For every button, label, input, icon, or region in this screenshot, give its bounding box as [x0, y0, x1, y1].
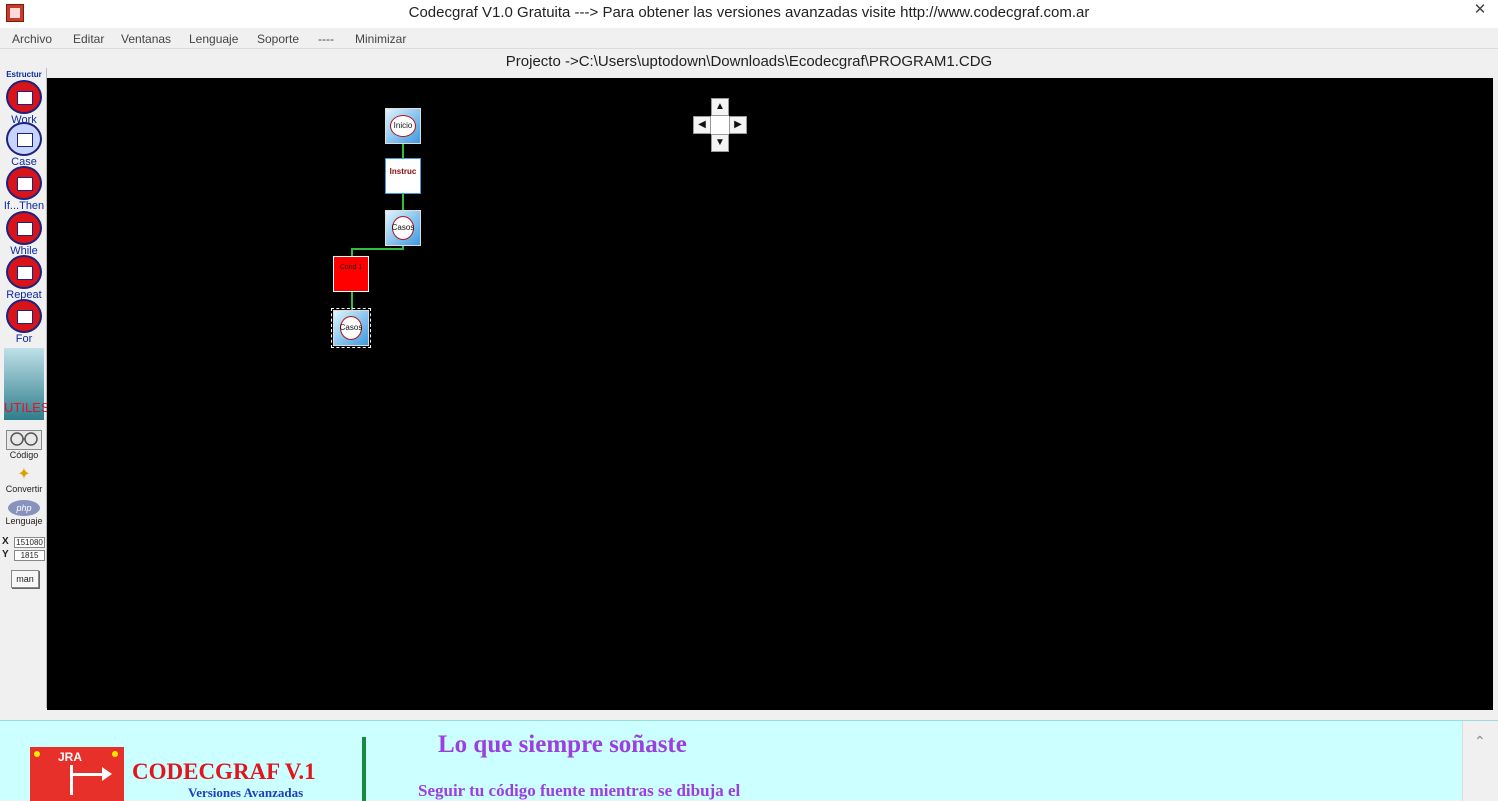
tool-for[interactable]: For: [3, 299, 45, 345]
codigo-label: Código: [9, 450, 39, 460]
coord-x-value: 151080: [14, 537, 45, 548]
connector-cond-casos: [351, 292, 353, 310]
utiles-panel[interactable]: UTILES: [4, 348, 50, 420]
nav-center: [711, 116, 729, 134]
menu-ventanas[interactable]: Ventanas: [121, 32, 171, 46]
node-instruc[interactable]: Instruc: [385, 158, 421, 194]
window-title: Codecgraf V1.0 Gratuita ---> Para obtene…: [408, 4, 1090, 21]
nav-up-button[interactable]: ▲: [711, 98, 729, 116]
for-structure-icon: [6, 299, 42, 333]
scroll-nav-pad: ▲ ◀ ▶ ▼: [693, 98, 747, 152]
arrow-right-icon: [72, 767, 112, 781]
node-cond-1-label: Cond 1: [339, 264, 363, 271]
node-instruc-label: Instruc: [389, 167, 417, 176]
connector-instruc-casos: [402, 194, 404, 210]
tool-sidebar: Estructur Work Case If...Then While Repe…: [0, 68, 50, 708]
banner-scrollbar[interactable]: ⌃: [1462, 721, 1498, 801]
node-casos-1[interactable]: Casos: [385, 210, 421, 246]
project-path: Projecto ->C:\Users\uptodown\Downloads\E…: [505, 53, 993, 70]
menu-minimizar[interactable]: Minimizar: [355, 32, 406, 46]
repeat-structure-icon: [6, 255, 42, 289]
brand-title: CODECGRAF V.1: [132, 759, 316, 784]
menu-bar: Archivo Editar Ventanas Lenguaje Soporte…: [0, 28, 1498, 48]
close-button[interactable]: ✕: [1462, 0, 1498, 22]
coord-x-row: X 151080: [2, 536, 45, 548]
tool-repeat[interactable]: Repeat: [3, 255, 45, 301]
nav-left-button[interactable]: ◀: [693, 116, 711, 134]
lenguaje-label: Lenguaje: [5, 516, 43, 526]
man-button[interactable]: man: [11, 570, 39, 588]
lenguaje-button[interactable]: php Lenguaje: [4, 500, 44, 526]
menu-archivo[interactable]: Archivo: [12, 32, 52, 46]
tool-while[interactable]: While: [3, 211, 45, 257]
codigo-button[interactable]: Código: [4, 430, 44, 460]
title-bar: Codecgraf V1.0 Gratuita ---> Para obtene…: [0, 0, 1498, 28]
logo-dot: [112, 751, 118, 757]
jra-logo: JRA: [30, 747, 124, 801]
menu-separator: ----: [318, 32, 334, 46]
case-structure-icon: [6, 122, 42, 156]
banner-slogan-sub: Seguir tu código fuente mientras se dibu…: [418, 781, 741, 800]
banner-divider: [362, 737, 366, 801]
nav-down-button[interactable]: ▼: [711, 134, 729, 152]
brand-subtitle: Versiones Avanzadas: [188, 785, 304, 800]
tool-for-label: For: [15, 333, 33, 345]
nav-right-button[interactable]: ▶: [729, 116, 747, 134]
node-casos-1-label: Casos: [391, 223, 415, 232]
convertir-button[interactable]: ✦ Convertir: [4, 466, 44, 494]
glasses-icon: [6, 430, 42, 450]
if-then-structure-icon: [6, 166, 42, 200]
promo-banner[interactable]: JRA CODECGRAF V.1 Versiones Avanzadas Lo…: [0, 720, 1498, 801]
logo-dot: [34, 751, 40, 757]
project-path-bar: Projecto ->C:\Users\uptodown\Downloads\E…: [0, 48, 1498, 76]
tool-if-then[interactable]: If...Then: [3, 166, 45, 212]
node-casos-2[interactable]: Casos: [331, 308, 371, 348]
menu-editar[interactable]: Editar: [73, 32, 104, 46]
scroll-up-icon[interactable]: ⌃: [1474, 733, 1486, 750]
jra-logo-text: JRA: [58, 750, 83, 764]
while-structure-icon: [6, 211, 42, 245]
work-structure-icon: [6, 80, 42, 114]
coord-y-value: 1815: [14, 550, 45, 561]
menu-soporte[interactable]: Soporte: [257, 32, 299, 46]
tool-case[interactable]: Case: [3, 122, 45, 168]
utiles-label: UTILES: [4, 400, 50, 415]
node-inicio-label: Inicio: [393, 121, 413, 130]
coord-y-row: Y 1815: [2, 549, 45, 561]
php-icon: php: [8, 500, 40, 516]
connector-inicio-instruc: [402, 144, 404, 159]
node-inicio[interactable]: Inicio: [385, 108, 421, 144]
node-casos-2-label: Casos: [339, 323, 363, 332]
tool-work[interactable]: Work: [3, 80, 45, 126]
magic-wand-icon: ✦: [17, 466, 31, 483]
coord-x-axis: X: [2, 536, 9, 547]
node-cond-1[interactable]: Cond 1: [333, 256, 369, 292]
coord-y-axis: Y: [2, 549, 9, 560]
convertir-label: Convertir: [5, 484, 43, 494]
connector-casos-branch: [351, 248, 404, 250]
logo-arrow-stem: [70, 765, 73, 795]
menu-lenguaje[interactable]: Lenguaje: [189, 32, 238, 46]
flowchart-canvas[interactable]: Inicio Instruc Casos Cond 1 Casos ▲ ◀ ▶ …: [47, 78, 1493, 710]
banner-slogan: Lo que siempre soñaste: [438, 731, 687, 758]
structures-header: Estructur: [6, 70, 42, 79]
